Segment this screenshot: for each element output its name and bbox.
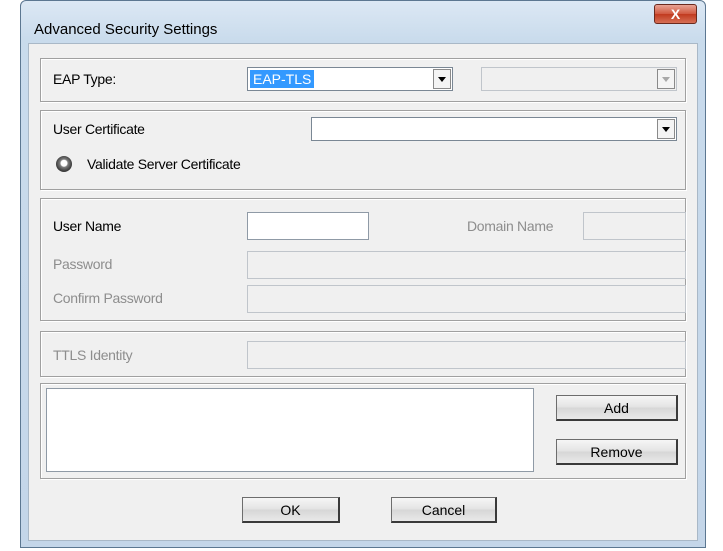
validate-server-certificate-radio[interactable] — [56, 156, 72, 172]
ttls-group: TTLS Identity — [40, 331, 686, 377]
ok-button[interactable]: OK — [242, 497, 340, 523]
eap-type-label: EAP Type: — [53, 71, 116, 87]
eap-type-select[interactable]: EAP-TLS — [247, 67, 453, 91]
confirm-password-label: Confirm Password — [53, 290, 163, 306]
user-certificate-label: User Certificate — [53, 121, 145, 137]
user-name-input[interactable] — [247, 212, 369, 240]
ttls-identity-input — [247, 341, 686, 369]
cancel-button[interactable]: Cancel — [391, 497, 497, 523]
domain-name-input — [583, 212, 686, 240]
list-group: Add Remove — [40, 383, 686, 479]
identity-listbox[interactable] — [46, 388, 534, 472]
remove-button[interactable]: Remove — [556, 439, 678, 465]
user-certificate-dropdown-arrow-icon[interactable] — [657, 119, 675, 139]
user-name-label: User Name — [53, 218, 122, 234]
domain-name-label: Domain Name — [467, 218, 554, 234]
window-title: Advanced Security Settings — [34, 21, 218, 38]
dialog-window: Advanced Security Settings X EAP Type: E… — [20, 0, 706, 548]
password-input — [247, 251, 686, 279]
eap-type-dropdown-arrow-icon[interactable] — [433, 69, 451, 89]
eap-type-value: EAP-TLS — [250, 70, 315, 88]
user-certificate-select[interactable] — [311, 117, 677, 141]
confirm-password-input — [247, 285, 686, 313]
dialog-body: EAP Type: EAP-TLS User Certificate Valid… — [28, 43, 698, 541]
add-button[interactable]: Add — [556, 395, 678, 421]
eap-type-group: EAP Type: EAP-TLS — [40, 58, 686, 102]
close-button[interactable]: X — [654, 4, 697, 24]
eap-subtype-dropdown-arrow-icon — [657, 69, 675, 89]
eap-subtype-select — [481, 67, 677, 91]
validate-server-certificate-label[interactable]: Validate Server Certificate — [87, 156, 241, 172]
credentials-group: User Name Domain Name Password Confirm P… — [40, 198, 686, 321]
certificate-group: User Certificate Validate Server Certifi… — [40, 110, 686, 190]
password-label: Password — [53, 256, 113, 272]
ttls-identity-label: TTLS Identity — [53, 347, 133, 363]
